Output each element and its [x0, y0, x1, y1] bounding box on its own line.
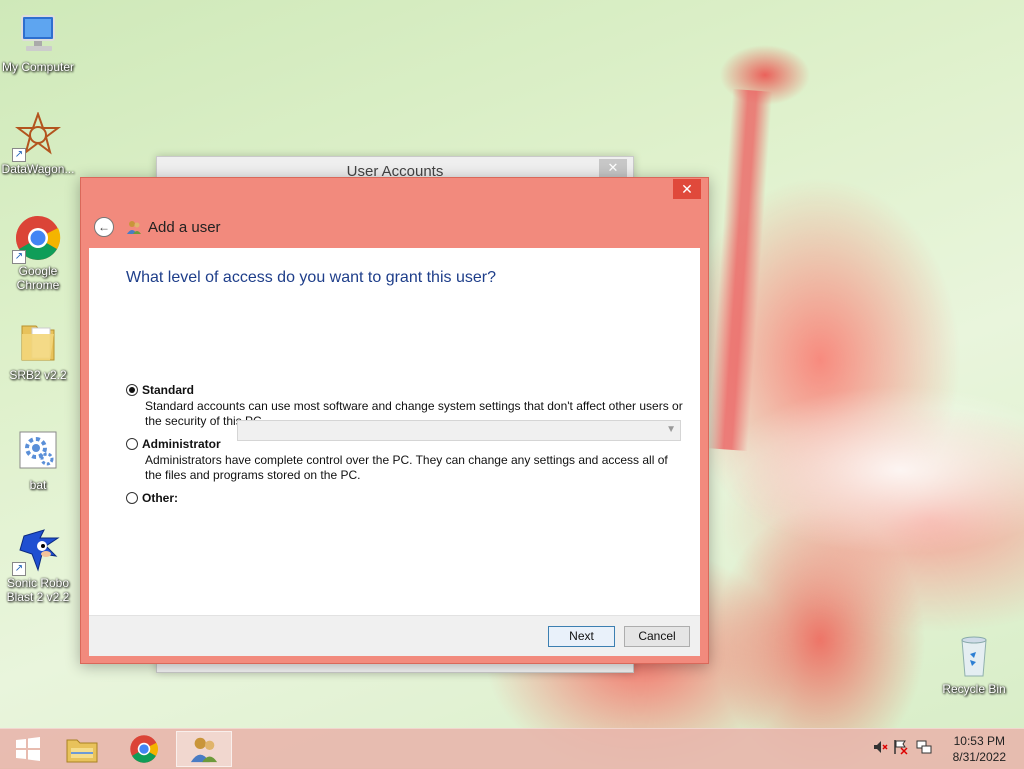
radio-button[interactable]	[126, 438, 138, 450]
sonic-icon: ↗	[12, 526, 62, 576]
dialog-header: ← Add a user	[81, 208, 708, 246]
taskbar: 10:53 PM 8/31/2022	[0, 728, 1024, 769]
datawagon-logo-icon: ↗	[12, 111, 62, 162]
chevron-down-icon: ▼	[666, 424, 676, 435]
shortcut-arrow-icon: ↗	[12, 250, 26, 264]
radio-other[interactable]: Other:	[126, 491, 178, 505]
action-center-flag-icon[interactable]	[892, 739, 916, 760]
access-level-question: What level of access do you want to gran…	[126, 269, 496, 286]
system-tray	[872, 729, 936, 769]
windows-logo-icon	[16, 737, 40, 761]
desktop-icon-label: Recycle Bin	[942, 682, 1006, 696]
taskbar-google-chrome[interactable]	[116, 731, 172, 767]
other-account-type-select[interactable]: ▼	[237, 420, 681, 441]
desktop-icon-label: Sonic Robo Blast 2 v2.2	[6, 576, 70, 604]
close-button[interactable]: ✕	[599, 159, 627, 177]
network-icon[interactable]	[916, 739, 936, 760]
desktop-icon-label: bat	[29, 478, 47, 492]
cancel-button[interactable]: Cancel	[624, 626, 690, 647]
desktop-icon-bat[interactable]: bat	[0, 428, 76, 492]
wallpaper-flower-stem	[707, 89, 773, 451]
user-accounts-icon	[126, 219, 142, 235]
dialog-title: Add a user	[148, 218, 221, 236]
volume-muted-icon[interactable]	[872, 739, 892, 760]
radio-label[interactable]: Other:	[142, 491, 178, 505]
desktop-icon-srb2[interactable]: SRB2 v2.2	[0, 318, 76, 382]
back-arrow-icon[interactable]: ←	[94, 217, 114, 237]
start-button[interactable]	[0, 731, 56, 767]
add-user-dialog: ✕ ← Add a user What level of access do y…	[80, 177, 709, 664]
batch-file-gear-icon	[14, 428, 62, 476]
desktop-icon-label: SRB2 v2.2	[9, 368, 67, 382]
radio-standard[interactable]: Standard	[126, 383, 194, 397]
folder-icon	[14, 318, 62, 366]
clock-time: 10:53 PM	[953, 734, 1005, 748]
chrome-icon: ↗	[12, 214, 62, 264]
desktop-icon-my-computer[interactable]: My Computer	[0, 10, 76, 74]
desktop-icon-recycle-bin[interactable]: Recycle Bin	[936, 632, 1012, 696]
shortcut-arrow-icon: ↗	[12, 148, 26, 162]
desktop-icon-sonic-robo-blast[interactable]: ↗ Sonic Robo Blast 2 v2.2	[0, 526, 76, 604]
close-button[interactable]: ✕	[673, 179, 701, 199]
radio-label[interactable]: Standard	[142, 383, 194, 397]
desktop-icon-label: Google Chrome	[16, 264, 60, 292]
radio-label[interactable]: Administrator	[142, 437, 221, 451]
chrome-icon	[130, 735, 158, 763]
desktop-icon-label: My Computer	[1, 60, 75, 74]
next-button[interactable]: Next	[548, 626, 615, 647]
computer-icon	[14, 10, 62, 58]
dialog-content: What level of access do you want to gran…	[89, 248, 700, 615]
administrator-description: Administrators have complete control ove…	[145, 453, 668, 482]
taskbar-user-accounts[interactable]	[176, 731, 232, 767]
clock-date: 8/31/2022	[952, 750, 1006, 764]
recycle-bin-icon	[950, 632, 998, 680]
radio-button[interactable]	[126, 492, 138, 504]
file-explorer-icon	[66, 739, 98, 763]
desktop-icon-google-chrome[interactable]: ↗ Google Chrome	[0, 214, 76, 292]
desktop-icon-datawagon[interactable]: ↗ DataWagon...	[0, 111, 76, 176]
radio-button[interactable]	[126, 384, 138, 396]
taskbar-clock[interactable]: 10:53 PM 8/31/2022	[953, 733, 1006, 765]
shortcut-arrow-icon: ↗	[12, 562, 26, 576]
taskbar-file-explorer[interactable]	[54, 731, 110, 767]
dialog-footer: Next Cancel	[89, 615, 700, 656]
desktop-icon-label: DataWagon...	[1, 162, 75, 176]
radio-administrator[interactable]: Administrator	[126, 437, 221, 451]
user-accounts-icon	[190, 737, 218, 763]
